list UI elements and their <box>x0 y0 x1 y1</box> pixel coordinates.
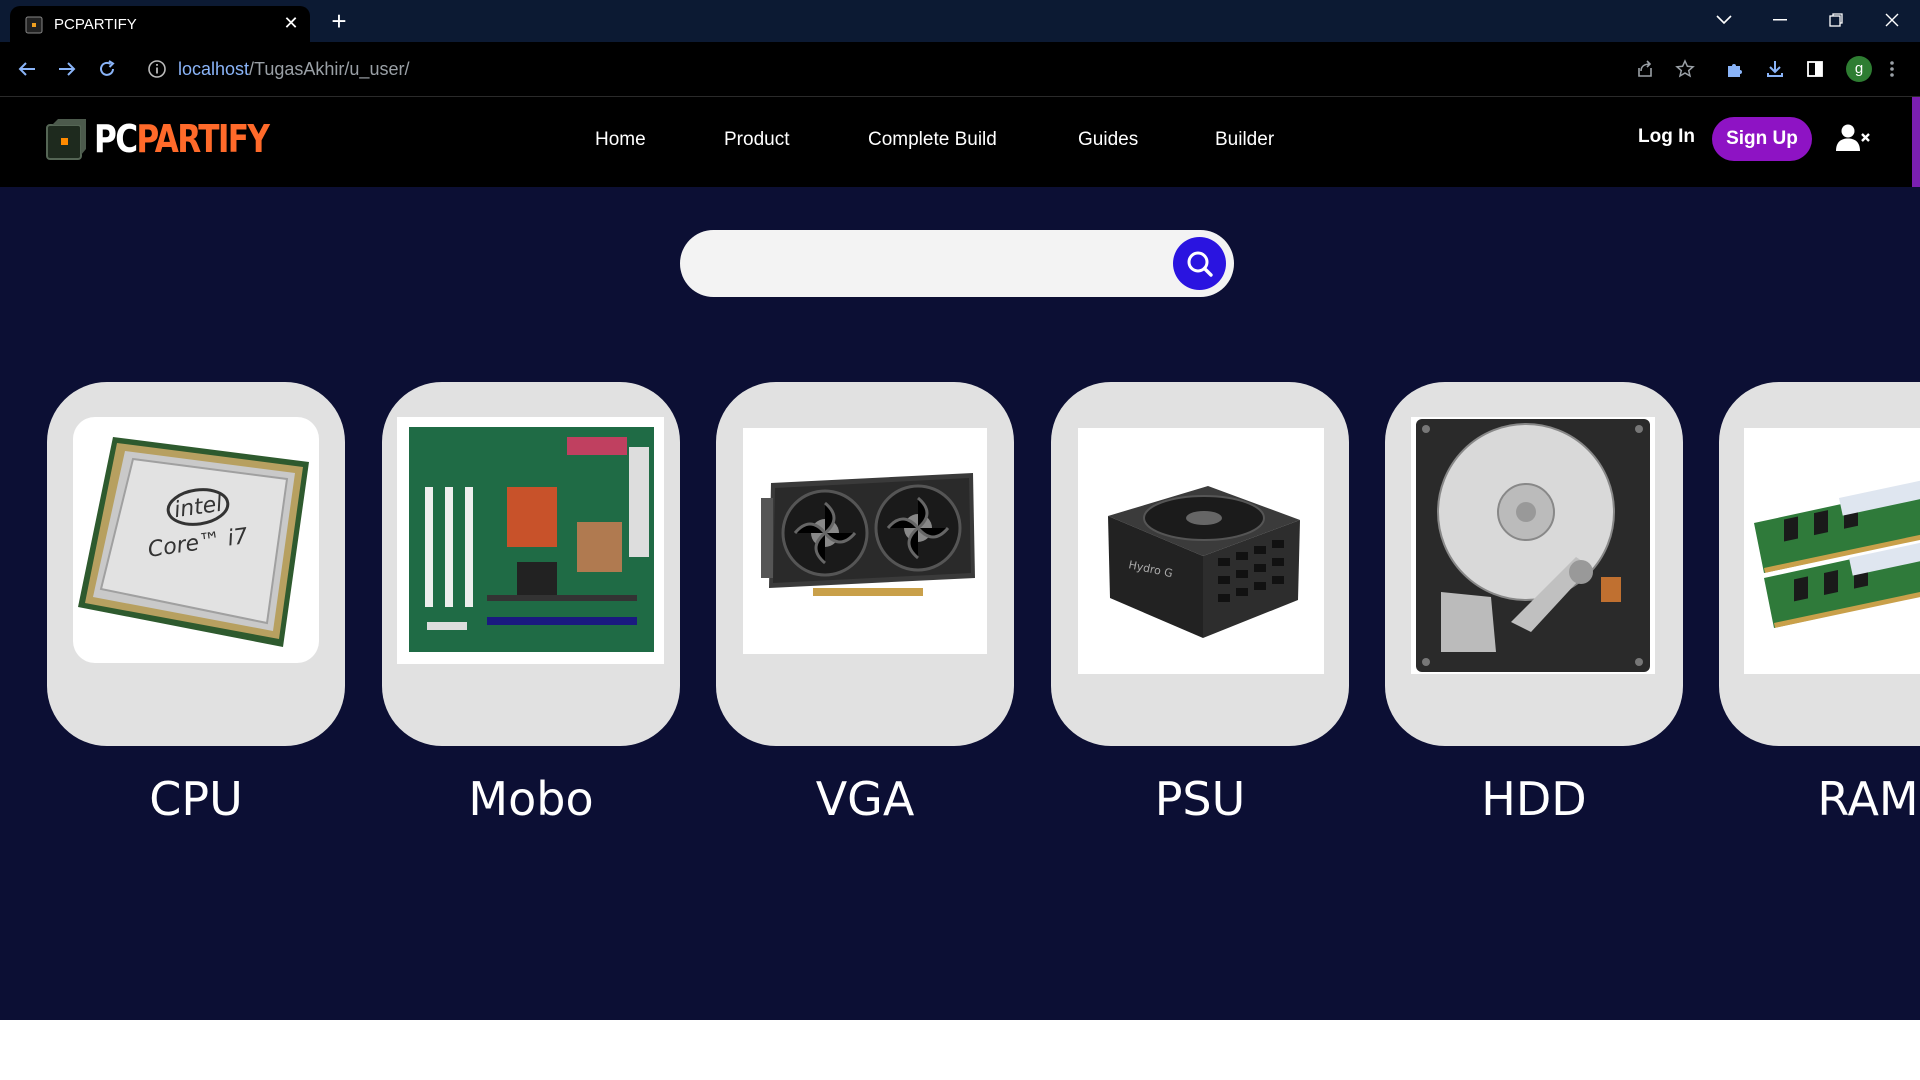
browser-toolbar: localhost/TugasAkhir/u_user/ g <box>0 42 1920 96</box>
hard-drive-image <box>1411 417 1655 674</box>
tab-title: PCPARTIFY <box>54 16 137 33</box>
bookmark-star-icon[interactable] <box>1672 56 1698 82</box>
share-icon[interactable] <box>1632 56 1658 82</box>
page-bottom-area <box>0 1020 1920 1080</box>
category-card-hdd[interactable] <box>1385 382 1683 746</box>
search-icon <box>1187 251 1213 277</box>
category-card-mobo[interactable] <box>382 382 680 746</box>
category-card-psu[interactable]: Hydro G <box>1051 382 1349 746</box>
extensions-icon[interactable] <box>1722 56 1748 82</box>
tab-search-icon[interactable] <box>1696 0 1752 40</box>
minimize-icon[interactable] <box>1752 0 1808 40</box>
category-card-vga[interactable] <box>716 382 1014 746</box>
category-label-cpu[interactable]: CPU <box>47 772 345 826</box>
url-host: localhost <box>178 59 250 79</box>
new-tab-icon[interactable]: + <box>326 8 352 34</box>
logo-text-pc: PC <box>94 117 138 161</box>
signup-button[interactable]: Sign Up <box>1712 117 1812 161</box>
side-panel-icon[interactable] <box>1802 56 1828 82</box>
site-logo[interactable]: PCPARTIFY <box>44 115 307 163</box>
graphics-card-image <box>743 428 987 654</box>
user-remove-icon[interactable] <box>1836 123 1872 153</box>
category-label-mobo[interactable]: Mobo <box>382 772 680 826</box>
site-navbar: PCPARTIFY Home Product Complete Build Gu… <box>0 97 1920 187</box>
login-link[interactable]: Log In <box>1638 126 1695 148</box>
download-icon[interactable] <box>1762 56 1788 82</box>
reload-icon[interactable] <box>94 56 120 82</box>
nav-guides[interactable]: Guides <box>1078 129 1138 151</box>
forward-icon[interactable] <box>54 56 80 82</box>
close-window-icon[interactable] <box>1864 0 1920 40</box>
logo-text: PCPARTIFY <box>94 117 270 161</box>
search-input[interactable] <box>680 230 1234 297</box>
tab-close-icon[interactable]: ✕ <box>280 12 302 34</box>
cpu-image: intel Core™ i7 <box>73 417 319 663</box>
profile-avatar[interactable]: g <box>1846 56 1872 82</box>
nav-scroll-accent <box>1912 97 1920 187</box>
logo-text-partify: PARTIFY <box>136 117 270 161</box>
category-label-vga[interactable]: VGA <box>716 772 1014 826</box>
url-path: /TugasAkhir/u_user/ <box>249 59 410 79</box>
nav-home[interactable]: Home <box>595 129 646 151</box>
power-supply-image: Hydro G <box>1078 428 1324 674</box>
nav-complete-build[interactable]: Complete Build <box>868 129 997 151</box>
site-favicon-icon <box>25 16 43 34</box>
category-label-ram[interactable]: RAM <box>1719 772 1920 826</box>
browser-tab[interactable]: PCPARTIFY ✕ <box>10 6 310 42</box>
motherboard-image <box>397 417 664 664</box>
ram-image <box>1744 428 1920 674</box>
main-content: intel Core™ i7 CPU Mobo VGA Hydro G PSU … <box>0 187 1920 1020</box>
category-label-hdd[interactable]: HDD <box>1385 772 1683 826</box>
nav-product[interactable]: Product <box>724 129 789 151</box>
nav-builder[interactable]: Builder <box>1215 129 1274 151</box>
category-card-cpu[interactable]: intel Core™ i7 <box>47 382 345 746</box>
address-bar[interactable]: localhost/TugasAkhir/u_user/ <box>178 59 409 80</box>
back-icon[interactable] <box>14 56 40 82</box>
logo-mark-icon <box>46 119 86 160</box>
browser-tabstrip: PCPARTIFY ✕ + <box>0 0 1920 42</box>
category-label-psu[interactable]: PSU <box>1051 772 1349 826</box>
browser-menu-icon[interactable] <box>1882 56 1902 82</box>
category-card-ram[interactable] <box>1719 382 1920 746</box>
restore-icon[interactable] <box>1808 0 1864 40</box>
search-button[interactable] <box>1173 237 1226 290</box>
site-info-icon[interactable] <box>146 58 168 80</box>
